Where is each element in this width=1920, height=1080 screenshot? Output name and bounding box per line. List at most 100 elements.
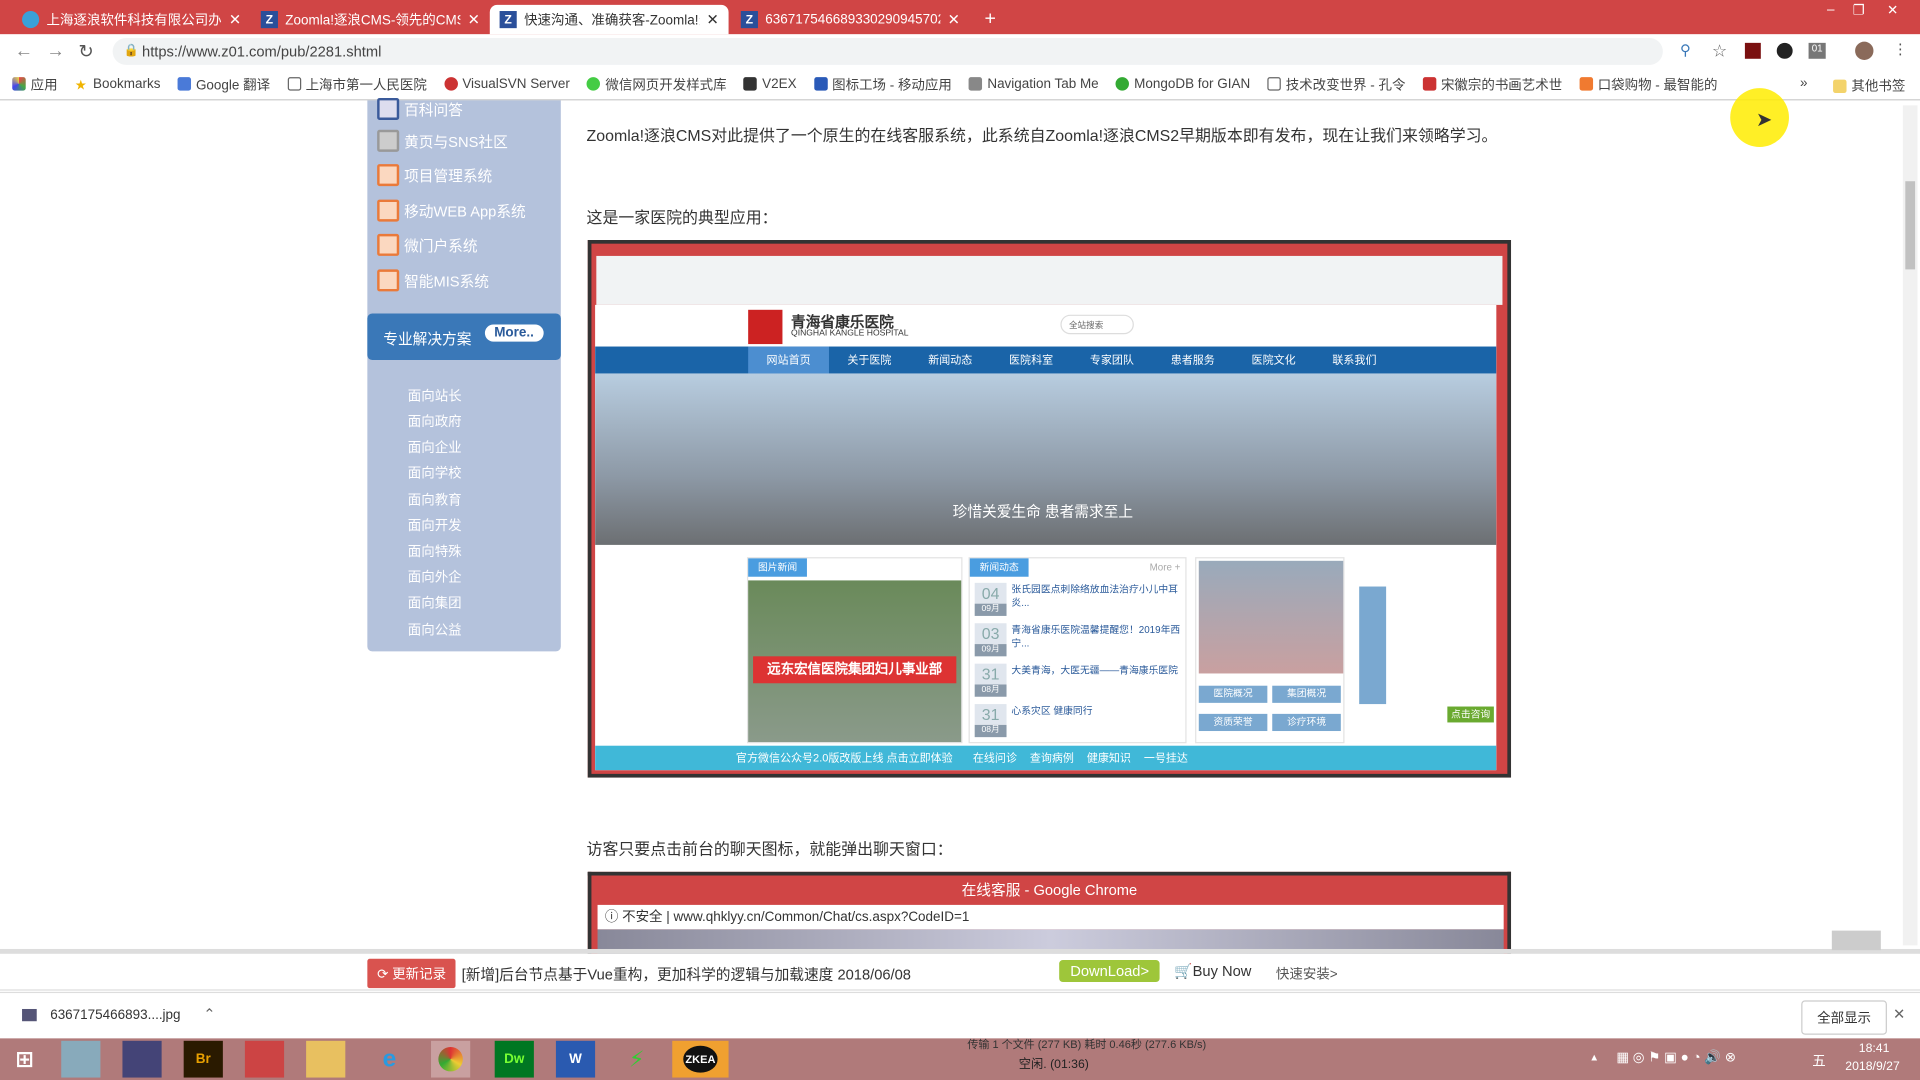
news-date: 31 08月 bbox=[974, 704, 1007, 738]
close-window-button[interactable]: ✕ bbox=[1887, 2, 1898, 19]
hospital-page: 青海省康乐医院 QINGHAI KANGLE HOSPITAL 全站搜索 网站首… bbox=[595, 304, 1497, 771]
solution-link[interactable]: 面向政府 bbox=[408, 411, 462, 431]
forward-button[interactable]: → bbox=[47, 40, 65, 61]
bookmark-item[interactable]: 宋徽宗的书画艺术世 bbox=[1422, 74, 1562, 94]
tab-3[interactable]: Z 快速沟通、准确获客-Zoomla!逐 ✕ bbox=[489, 4, 729, 35]
ie-icon[interactable]: e bbox=[370, 1041, 409, 1078]
sidebar-item[interactable]: 项目管理系统 bbox=[377, 164, 492, 187]
bookmark-item[interactable]: Google 翻译 bbox=[177, 74, 270, 94]
bridge-icon[interactable]: Br bbox=[183, 1040, 223, 1078]
bookmark-item[interactable]: VisualSVN Server bbox=[443, 77, 570, 91]
download-button[interactable]: DownLoad> bbox=[1059, 960, 1161, 983]
restore-button[interactable]: ❐ bbox=[1853, 2, 1865, 19]
solution-link[interactable]: 面向站长 bbox=[408, 386, 462, 406]
bookmark-item[interactable]: 微信网页开发样式库 bbox=[587, 74, 727, 94]
clock-time[interactable]: 18:41 bbox=[1859, 1042, 1890, 1055]
pdf-extension-icon[interactable] bbox=[1744, 42, 1761, 59]
solution-link[interactable]: 面向外企 bbox=[408, 567, 462, 587]
sidebar-item[interactable]: 微门户系统 bbox=[377, 233, 478, 256]
zkea-icon[interactable]: ZKEA bbox=[672, 1040, 729, 1078]
reload-button[interactable]: ↻ bbox=[78, 40, 93, 63]
solution-link[interactable]: 面向特殊 bbox=[408, 541, 462, 561]
new-tab-button[interactable]: + bbox=[975, 5, 1006, 34]
solution-link[interactable]: 面向开发 bbox=[408, 516, 462, 536]
buy-now-link[interactable]: 🛒Buy Now bbox=[1174, 962, 1251, 979]
clock-date[interactable]: 2018/9/27 bbox=[1845, 1060, 1899, 1073]
bookmark-item[interactable]: 口袋购物 - 最智能的 bbox=[1579, 74, 1717, 94]
tab-1[interactable]: 上海逐浪软件科技有限公司办公 ✕ bbox=[12, 5, 251, 34]
tab-2[interactable]: Z Zoomla!逐浪CMS-领先的CMS与 ✕ bbox=[251, 5, 490, 34]
close-shelf-icon[interactable]: ✕ bbox=[1893, 1005, 1905, 1022]
tray-expand-icon[interactable]: ▲ bbox=[1589, 1052, 1599, 1063]
avatar[interactable] bbox=[1855, 41, 1874, 61]
close-tab-icon[interactable]: ✕ bbox=[948, 11, 960, 28]
url-input[interactable]: 🔒 https://www.z01.com/pub/2281.shtml bbox=[112, 37, 1663, 65]
calculator-icon[interactable] bbox=[61, 1040, 101, 1078]
start-button[interactable]: ⊞ bbox=[5, 1041, 44, 1078]
sidebar-item[interactable]: 百科问答 bbox=[377, 97, 463, 121]
translate-icon[interactable]: ⚲ bbox=[1680, 42, 1691, 59]
hospital-nav: 网站首页 关于医院 新闻动态 医院科室 专家团队 患者服务 医院文化 联系我们 bbox=[595, 346, 1497, 374]
solution-link[interactable]: 面向集团 bbox=[408, 593, 462, 613]
bookmarks-overflow-button[interactable]: » bbox=[1800, 76, 1808, 91]
app-icon[interactable] bbox=[122, 1040, 162, 1078]
photo: 远东宏信医院集团妇儿事业部 bbox=[748, 580, 962, 743]
solution-link[interactable]: 面向企业 bbox=[408, 437, 462, 457]
minimize-button[interactable]: – bbox=[1827, 2, 1835, 17]
hospital-info-box: 医院概况 集团概况 资质荣誉 诊疗环境 bbox=[1195, 557, 1345, 744]
bookmark-item[interactable]: V2EX bbox=[743, 77, 797, 91]
bookmark-item[interactable]: 图标工场 - 移动应用 bbox=[813, 74, 952, 94]
mongodb-icon bbox=[1115, 77, 1130, 91]
more-button[interactable]: More.. bbox=[484, 324, 544, 342]
show-all-button[interactable]: 全部显示 bbox=[1801, 1000, 1887, 1035]
solution-link[interactable]: 面向学校 bbox=[408, 463, 462, 483]
download-item[interactable]: 6367175466893....jpg bbox=[50, 1008, 180, 1023]
close-tab-icon[interactable]: ✕ bbox=[468, 11, 480, 28]
vertical-scrollbar[interactable] bbox=[1902, 105, 1918, 946]
explorer-icon[interactable] bbox=[306, 1040, 346, 1078]
chevron-up-icon[interactable]: ⌃ bbox=[203, 1005, 215, 1022]
tray-icons[interactable]: ▦ ◎ ⚑ ▣ ● ◔ 🔊 ⊗ bbox=[1616, 1049, 1736, 1066]
close-tab-icon[interactable]: ✕ bbox=[706, 11, 718, 28]
extension-01-icon[interactable]: 01 bbox=[1808, 42, 1826, 59]
v2ex-icon bbox=[743, 77, 758, 91]
extension-icon[interactable] bbox=[1776, 42, 1793, 59]
bookmark-item[interactable]: ★ Bookmarks bbox=[74, 77, 161, 94]
back-button[interactable]: ← bbox=[15, 40, 33, 61]
update-log-button[interactable]: ⟳ 更新记录 bbox=[367, 958, 456, 989]
bookmark-item[interactable]: Navigation Tab Me bbox=[968, 77, 1099, 91]
sidebar-item[interactable]: 智能MIS系统 bbox=[377, 269, 489, 292]
bookmark-apps[interactable]: 应用 bbox=[12, 74, 58, 94]
tab-bar: 上海逐浪软件科技有限公司办公 ✕ Z Zoomla!逐浪CMS-领先的CMS与 ✕ Z… bbox=[0, 0, 1920, 35]
app-icon[interactable] bbox=[244, 1040, 285, 1078]
bookmark-item[interactable]: MongoDB for GIAN bbox=[1115, 77, 1250, 91]
solution-link[interactable]: 面向教育 bbox=[408, 490, 462, 510]
news-text[interactable]: [新增]后台节点基于Vue重构，更加科学的逻辑与加载速度 2018/06/08 bbox=[462, 964, 911, 985]
bookmark-item[interactable]: 技术改变世界 - 孔令 bbox=[1267, 74, 1405, 94]
star-icon: ★ bbox=[74, 78, 87, 94]
sidebar-item[interactable]: 移动WEB App系统 bbox=[377, 199, 526, 222]
other-bookmarks[interactable]: 其他书签 bbox=[1833, 76, 1905, 96]
tab-4[interactable]: Z 636717546689330290945702 ✕ bbox=[731, 5, 970, 34]
hospital-logo bbox=[748, 309, 783, 345]
sidebar-item[interactable]: 黄页与SNS社区 bbox=[377, 129, 508, 152]
module-icon bbox=[377, 164, 400, 187]
hospital-search: 全站搜索 bbox=[1060, 314, 1134, 335]
lock-icon: 🔒 bbox=[123, 44, 139, 58]
ime-indicator[interactable]: 五 bbox=[1812, 1051, 1825, 1071]
word-icon[interactable]: W bbox=[555, 1040, 596, 1078]
solution-link[interactable]: 面向公益 bbox=[408, 620, 462, 640]
module-icon bbox=[377, 233, 400, 256]
dreamweaver-icon[interactable]: Dw bbox=[494, 1040, 534, 1078]
thunder-icon[interactable]: ⚡ bbox=[617, 1041, 656, 1078]
quick-install-link[interactable]: 快速安装> bbox=[1276, 964, 1338, 984]
news-date: 31 08月 bbox=[974, 663, 1007, 697]
bookmark-item[interactable]: 上海市第一人民医院 bbox=[287, 74, 427, 94]
close-tab-icon[interactable]: ✕ bbox=[229, 11, 241, 28]
menu-icon[interactable]: ⋮ bbox=[1893, 40, 1908, 57]
chrome-icon[interactable] bbox=[431, 1040, 471, 1078]
svn-icon bbox=[443, 77, 458, 91]
star-icon[interactable]: ☆ bbox=[1712, 40, 1727, 61]
back-to-top-button[interactable] bbox=[1831, 930, 1881, 951]
address-bar-row: ← → ↻ 🔒 https://www.z01.com/pub/2281.shtm… bbox=[0, 34, 1920, 69]
